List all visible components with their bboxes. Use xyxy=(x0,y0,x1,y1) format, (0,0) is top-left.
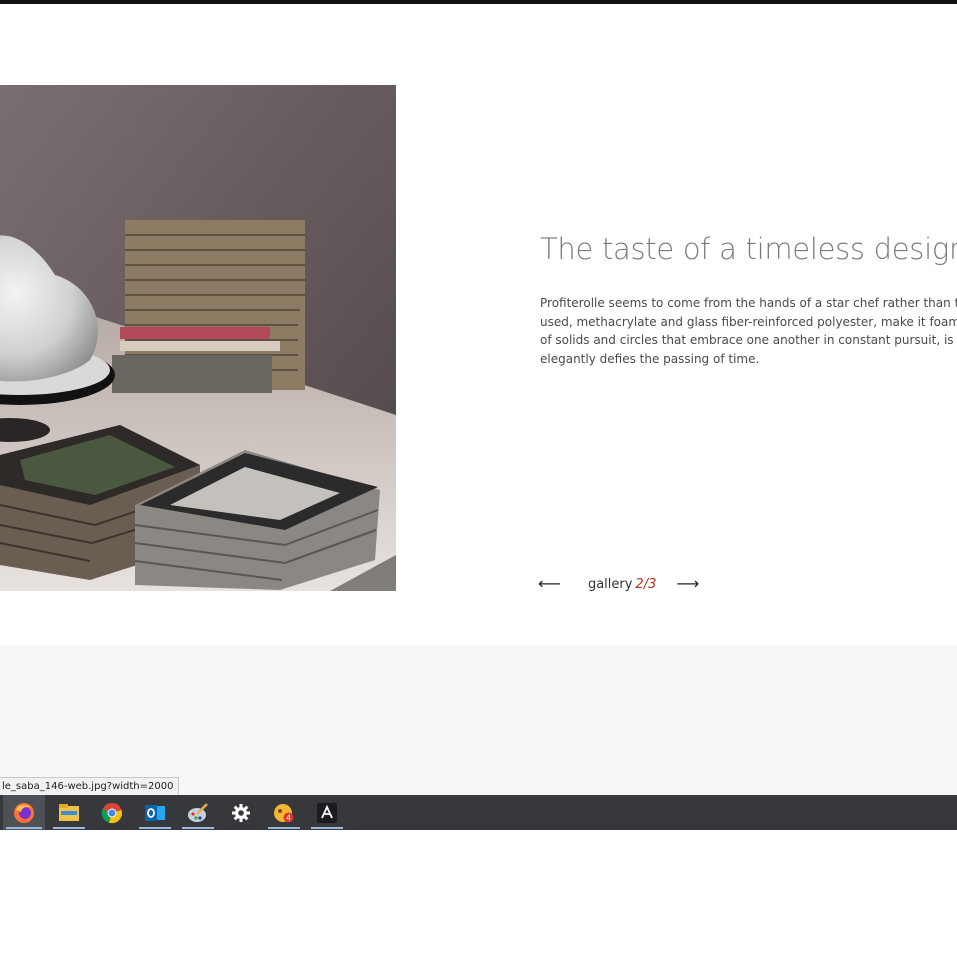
taskbar-firefox[interactable] xyxy=(3,795,45,830)
chrome-icon xyxy=(101,802,122,823)
taskbar-chrome[interactable] xyxy=(93,795,131,830)
file-explorer-icon xyxy=(59,803,79,821)
description-line: Profiterolle seems to come from the hand… xyxy=(540,296,957,310)
taskbar-notification-app[interactable]: 4 xyxy=(265,795,303,830)
description-line: of solids and circles that embrace one a… xyxy=(540,333,957,347)
notification-badge-count: 4 xyxy=(286,813,291,822)
gallery-photo[interactable] xyxy=(0,85,396,591)
arrow-left-icon[interactable]: ⟵ xyxy=(538,576,561,592)
window-top-border xyxy=(0,0,957,4)
page-footer xyxy=(0,645,957,795)
description-line: elegantly defies the passing of time. xyxy=(540,351,760,366)
description-line: used, methacrylate and glass fiber-reinf… xyxy=(540,314,957,329)
active-indicator xyxy=(6,827,42,829)
gallery-count: 2/3 xyxy=(635,576,657,592)
open-indicator xyxy=(268,827,300,829)
article-description: Profiterolle seems to come from the hand… xyxy=(540,294,957,368)
windows-taskbar: 4 xyxy=(0,795,957,830)
taskbar-paint[interactable] xyxy=(179,795,217,830)
photo-lamp-magazines xyxy=(0,85,396,591)
paint-icon xyxy=(188,802,208,822)
settings-gear-icon xyxy=(232,803,250,822)
link-status-tooltip: le_saba_146-web.jpg?width=2000 xyxy=(0,777,180,796)
notification-app-icon: 4 xyxy=(274,803,294,822)
taskbar-file-explorer[interactable] xyxy=(50,795,88,830)
taskbar-outlook[interactable] xyxy=(136,795,174,830)
outlook-icon xyxy=(145,804,165,821)
acrobat-icon xyxy=(317,802,337,823)
arrow-right-icon[interactable]: ⟶ xyxy=(676,576,699,592)
open-indicator xyxy=(182,827,214,829)
article-title: The taste of a timeless design xyxy=(540,232,957,266)
taskbar-settings[interactable] xyxy=(222,795,260,830)
firefox-icon xyxy=(14,802,34,823)
open-indicator xyxy=(139,827,171,829)
open-indicator xyxy=(53,827,85,829)
taskbar-acrobat[interactable] xyxy=(308,795,346,830)
gallery-navigation: ⟵ gallery 2/3 ⟶ xyxy=(538,574,699,594)
gallery-label: gallery xyxy=(587,576,633,592)
open-indicator xyxy=(311,827,343,829)
gallery-indicator: gallery 2/3 xyxy=(588,577,656,592)
